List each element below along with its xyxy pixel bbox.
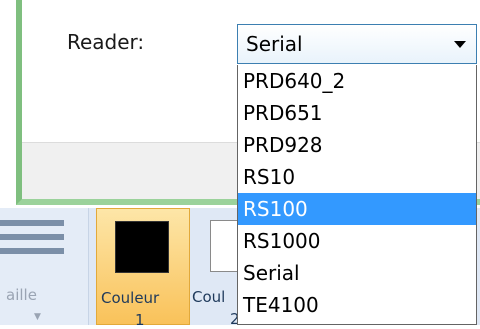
dropdown-option[interactable]: PRD928 xyxy=(238,129,476,161)
ribbon-group-taille[interactable]: aille ▼ xyxy=(0,208,89,325)
reader-label: Reader: xyxy=(67,30,145,54)
line-width-icon xyxy=(0,220,64,262)
chevron-down-icon: ▼ xyxy=(34,312,41,322)
dropdown-option[interactable]: PRD640_2 xyxy=(238,65,476,97)
dropdown-option[interactable]: Serial xyxy=(238,257,476,289)
dropdown-option[interactable]: RS10 xyxy=(238,161,476,193)
dropdown-option[interactable]: RS1000 xyxy=(238,225,476,257)
reader-combobox[interactable]: Serial xyxy=(237,24,477,64)
couleur1-num: 1 xyxy=(135,311,145,329)
couleur1-label: Couleur xyxy=(101,289,160,307)
color-swatch-black xyxy=(115,221,169,273)
couleur1-button[interactable]: Couleur 1 xyxy=(96,208,190,329)
dropdown-option[interactable]: RS100 xyxy=(238,193,476,225)
dropdown-option[interactable]: TE4100 xyxy=(238,289,476,321)
dropdown-option[interactable]: PRD651 xyxy=(238,97,476,129)
reader-dropdown-list[interactable]: PRD640_2 PRD651 PRD928 RS10 RS100 RS1000 Seria… xyxy=(237,65,477,325)
taille-label: aille xyxy=(6,286,37,304)
reader-combobox-value: Serial xyxy=(246,32,303,56)
chevron-down-icon[interactable] xyxy=(454,41,466,48)
couleur2-label: Coul xyxy=(192,288,226,306)
